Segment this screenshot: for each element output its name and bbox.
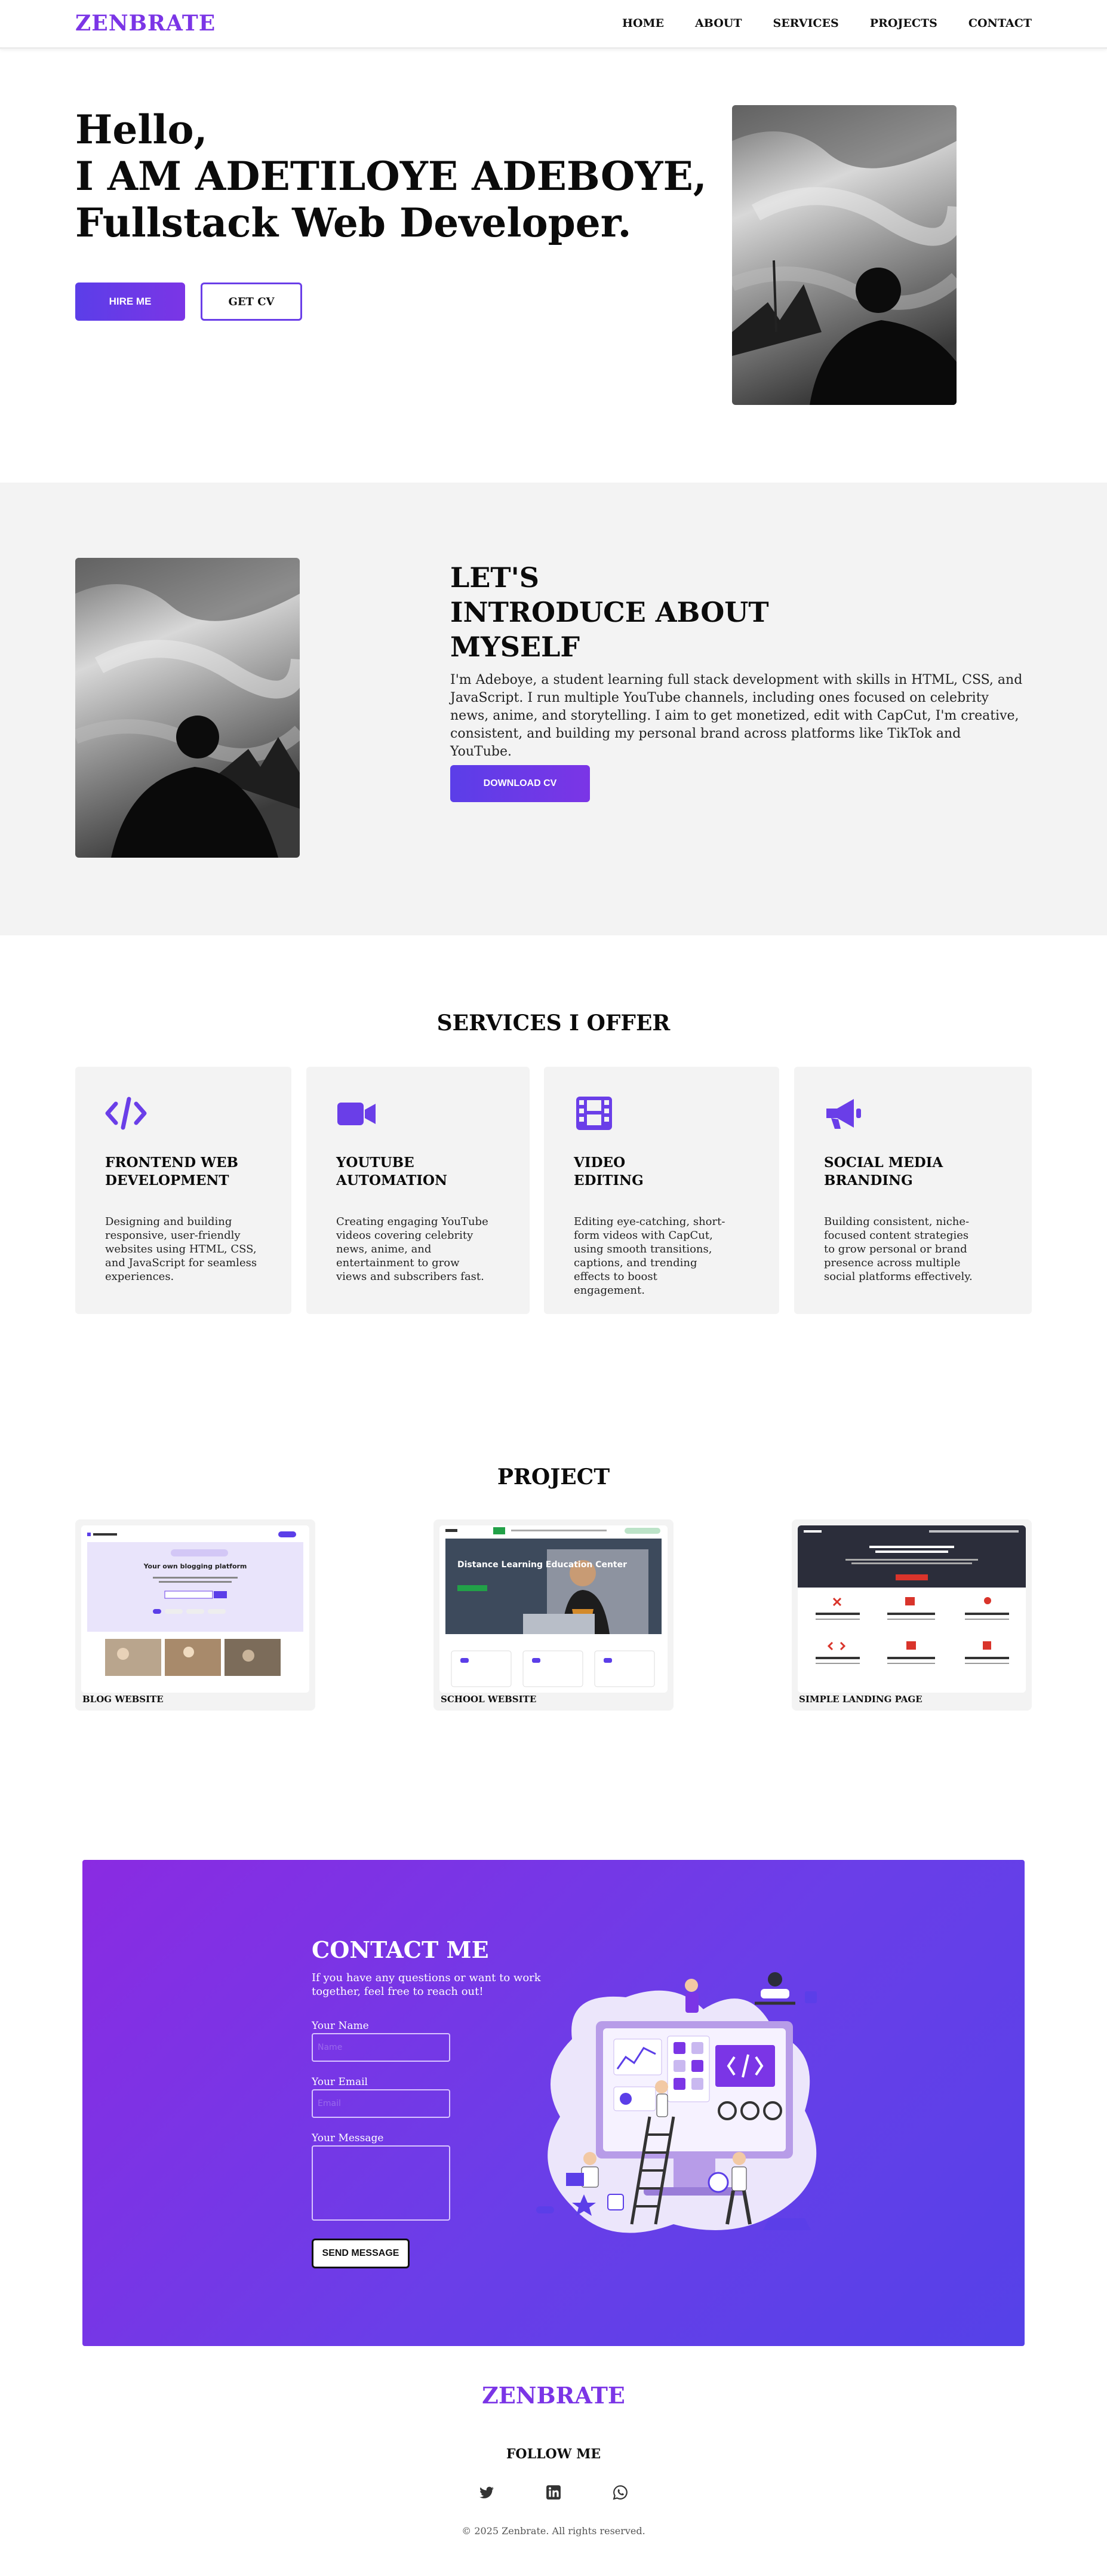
contact-subtitle: If you have any questions or want to wor… xyxy=(312,1972,541,1998)
service-title: VIDEO EDITING xyxy=(574,1154,729,1190)
projects-heading: PROJECT xyxy=(497,1464,610,1490)
landing-page-thumbnail xyxy=(798,1525,1026,1693)
about-description: I'm Adeboye, a student learning full sta… xyxy=(450,673,1023,759)
email-input[interactable] xyxy=(312,2089,450,2118)
service-card-branding: SOCIAL MEDIA BRANDING Building consisten… xyxy=(794,1067,1032,1314)
hero-heading: Hello, I AM ADETILOYE ADEBOYE, Fullstack… xyxy=(75,106,707,246)
nav-link-services[interactable]: SERVICES xyxy=(773,17,838,30)
hero-line-1: Hello, xyxy=(75,106,208,153)
service-title: FRONTEND WEB DEVELOPMENT xyxy=(105,1154,260,1190)
hero-line-2: I AM ADETILOYE ADEBOYE, xyxy=(75,153,707,199)
service-card-youtube: YOUTUBE AUTOMATION Creating engaging You… xyxy=(306,1067,530,1314)
school-website-thumbnail: Distance Learning Education Center xyxy=(439,1525,668,1693)
project-card-school[interactable]: Distance Learning Education Center SCHOO… xyxy=(433,1519,674,1711)
service-title-line-2: DEVELOPMENT xyxy=(105,1172,229,1189)
blog-thumb-title: Your own blogging platform xyxy=(143,1562,247,1570)
hire-me-button[interactable]: HIRE ME xyxy=(75,283,185,321)
service-card-frontend: FRONTEND WEB DEVELOPMENT Designing and b… xyxy=(75,1067,291,1314)
send-message-button[interactable]: SEND MESSAGE xyxy=(312,2239,410,2268)
contact-illustration xyxy=(524,1967,847,2266)
service-title-line-1: YOUTUBE xyxy=(336,1155,414,1171)
site-logo[interactable]: ZENBRATE xyxy=(75,11,216,36)
service-card-video-editing: VIDEO EDITING Editing eye-catching, shor… xyxy=(544,1067,779,1314)
project-label: SCHOOL WEBSITE xyxy=(441,1694,537,1705)
email-label: Your Email xyxy=(312,2076,368,2088)
service-title: SOCIAL MEDIA BRANDING xyxy=(824,1154,979,1190)
name-input[interactable] xyxy=(312,2033,450,2062)
twitter-icon[interactable] xyxy=(479,2485,494,2500)
message-label: Your Message xyxy=(312,2132,384,2144)
about-portrait-image xyxy=(75,558,300,858)
hero-line-3: Fullstack Web Developer. xyxy=(75,199,632,246)
service-title-line-1: VIDEO xyxy=(574,1155,626,1171)
film-icon xyxy=(574,1095,616,1131)
footer-logo[interactable]: ZENBRATE xyxy=(0,2382,1107,2409)
megaphone-icon xyxy=(824,1095,866,1131)
about-heading-line-1: LET'S xyxy=(450,561,539,594)
linkedin-icon[interactable] xyxy=(546,2485,561,2500)
contact-heading: CONTACT ME xyxy=(312,1936,489,1963)
school-thumb-title: Distance Learning Education Center xyxy=(457,1560,627,1570)
project-card-landing[interactable]: SIMPLE LANDING PAGE xyxy=(792,1519,1032,1711)
service-description: Editing eye-catching, short-form videos … xyxy=(574,1215,725,1297)
hero-portrait-image xyxy=(732,105,957,405)
nav-links: HOME ABOUT SERVICES PROJECTS CONTACT xyxy=(622,17,1032,30)
about-heading: LET'S INTRODUCE ABOUT MYSELF xyxy=(450,560,769,664)
top-navbar: ZENBRATE HOME ABOUT SERVICES PROJECTS CO… xyxy=(0,0,1107,49)
project-card-blog[interactable]: Your own blogging platform BLOG WEBSITE xyxy=(75,1519,315,1711)
follow-me-heading: FOLLOW ME xyxy=(506,2446,601,2462)
get-cv-button[interactable]: GET CV xyxy=(201,283,302,321)
services-heading: SERVICES I OFFER xyxy=(436,1011,671,1036)
download-cv-button[interactable]: DOWNLOAD CV xyxy=(450,765,590,802)
whatsapp-icon[interactable] xyxy=(613,2485,628,2500)
name-label: Your Name xyxy=(312,2020,369,2032)
contact-section: CONTACT ME If you have any questions or … xyxy=(82,1860,1025,2346)
about-heading-line-2: INTRODUCE ABOUT xyxy=(450,596,769,628)
blog-website-thumbnail: Your own blogging platform xyxy=(81,1525,309,1693)
service-title-line-1: FRONTEND WEB xyxy=(105,1155,238,1171)
code-icon xyxy=(105,1095,147,1131)
service-description: Building consistent, niche-focused conte… xyxy=(824,1215,973,1283)
nav-link-home[interactable]: HOME xyxy=(622,17,664,30)
nav-link-about[interactable]: ABOUT xyxy=(695,17,742,30)
nav-link-projects[interactable]: PROJECTS xyxy=(870,17,937,30)
video-camera-icon xyxy=(336,1095,378,1131)
project-label: SIMPLE LANDING PAGE xyxy=(799,1694,922,1705)
service-title-line-1: SOCIAL MEDIA xyxy=(824,1155,943,1171)
copyright-text: © 2025 Zenbrate. All rights reserved. xyxy=(462,2525,645,2537)
project-label: BLOG WEBSITE xyxy=(82,1694,164,1705)
about-heading-line-3: MYSELF xyxy=(450,631,580,663)
nav-link-contact[interactable]: CONTACT xyxy=(968,17,1032,30)
service-description: Designing and building responsive, user-… xyxy=(105,1215,257,1283)
social-links xyxy=(0,2485,1107,2500)
message-textarea[interactable] xyxy=(312,2145,450,2221)
service-title: YOUTUBE AUTOMATION xyxy=(336,1154,491,1190)
service-title-line-2: AUTOMATION xyxy=(336,1172,448,1189)
service-title-line-2: BRANDING xyxy=(824,1172,913,1189)
service-title-line-2: EDITING xyxy=(574,1172,644,1189)
service-description: Creating engaging YouTube videos coverin… xyxy=(336,1215,488,1283)
